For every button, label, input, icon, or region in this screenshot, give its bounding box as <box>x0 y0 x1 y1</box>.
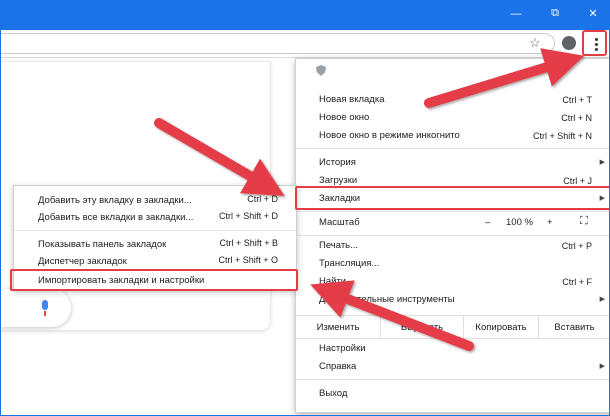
menu-item-shortcut: Ctrl + T <box>562 95 592 105</box>
microphone-icon[interactable] <box>41 300 49 316</box>
copy-button[interactable]: Копировать <box>464 316 538 338</box>
menu-divider <box>296 235 609 236</box>
menu-item-exit[interactable]: Выход <box>296 385 609 403</box>
fullscreen-icon[interactable]: ⛶ <box>580 215 588 228</box>
menu-divider <box>296 211 609 212</box>
menu-item-label: Найти... <box>319 276 355 287</box>
menu-item-history[interactable]: История ▶ <box>296 154 609 172</box>
browser-toolbar: ☆ <box>1 30 609 58</box>
submenu-item-add-all-tabs[interactable]: Добавить все вкладки в закладки... Ctrl … <box>14 209 296 225</box>
chrome-main-menu: Новая вкладка Ctrl + T Новое окно Ctrl +… <box>295 58 609 413</box>
mic-stem <box>44 311 46 316</box>
menu-item-shortcut: Ctrl + N <box>561 113 592 123</box>
submenu-item-show-bar[interactable]: Показывать панель закладок Ctrl + Shift … <box>14 236 296 252</box>
title-bar: — ⧉ ✕ <box>1 1 609 30</box>
profile-avatar-icon[interactable] <box>562 36 576 50</box>
edit-label: Изменить <box>316 321 360 333</box>
menu-divider <box>296 379 609 380</box>
menu-item-new-window[interactable]: Новое окно Ctrl + N <box>296 109 609 127</box>
menu-edit-row: Изменить Вырезать Копировать Вставить <box>296 315 609 339</box>
menu-item-print[interactable]: Печать... Ctrl + P <box>296 237 609 255</box>
submenu-item-label: Диспетчер закладок <box>38 255 127 267</box>
submenu-item-add-this-tab[interactable]: Добавить эту вкладку в закладки... Ctrl … <box>14 192 296 208</box>
import-highlight <box>10 269 298 291</box>
chevron-right-icon: ▶ <box>599 363 605 370</box>
menu-item-label: Печать... <box>319 240 359 251</box>
minimize-button[interactable]: — <box>499 1 533 26</box>
menu-item-label: Трансляция... <box>319 258 380 269</box>
cut-button[interactable]: Вырезать <box>381 316 463 338</box>
menu-item-cast[interactable]: Трансляция... <box>296 255 609 273</box>
zoom-in-button[interactable]: + <box>547 217 553 228</box>
mic-capsule <box>42 300 48 310</box>
menu-item-more-tools[interactable]: Дополнительные инструменты ▶ <box>296 291 609 309</box>
zoom-out-button[interactable]: – <box>485 217 490 228</box>
menu-item-label: Дополнительные инструменты <box>319 294 455 305</box>
menu-zoom-row: Масштаб – 100 % + ⛶ <box>296 213 609 234</box>
address-bar[interactable] <box>1 33 555 54</box>
menu-item-label: История <box>319 157 356 168</box>
restore-icon: ⧉ <box>551 7 559 19</box>
browser-window: — ⧉ ✕ ☆ Новая вкладка Ctrl + T Новое окн… <box>0 0 610 416</box>
close-icon: ✕ <box>588 8 598 20</box>
submenu-divider <box>14 230 296 231</box>
bookmark-star-icon[interactable]: ☆ <box>529 35 541 51</box>
menu-item-settings[interactable]: Настройки <box>296 340 609 358</box>
minimize-icon: — <box>510 7 522 20</box>
zoom-label: Масштаб <box>319 217 360 228</box>
submenu-item-label: Добавить эту вкладку в закладки... <box>38 194 192 206</box>
chevron-right-icon: ▶ <box>599 159 605 166</box>
menu-item-label: Выход <box>319 388 348 399</box>
menu-item-help[interactable]: Справка ▶ <box>296 358 609 376</box>
close-window-button[interactable]: ✕ <box>576 1 609 26</box>
menu-item-label: Настройки <box>319 343 366 354</box>
menu-item-shortcut: Ctrl + P <box>561 241 592 251</box>
submenu-item-shortcut: Ctrl + Shift + O <box>218 255 278 265</box>
submenu-item-shortcut: Ctrl + Shift + B <box>219 238 278 248</box>
menu-item-label: Новая вкладка <box>319 94 385 105</box>
shield-icon <box>316 65 326 76</box>
menu-divider <box>296 148 609 149</box>
menu-item-find[interactable]: Найти... Ctrl + F <box>296 273 609 291</box>
zoom-value: 100 % <box>506 217 533 228</box>
submenu-item-shortcut: Ctrl + D <box>247 194 278 204</box>
menu-item-new-tab[interactable]: Новая вкладка Ctrl + T <box>296 91 609 109</box>
menu-item-incognito[interactable]: Новое окно в режиме инкогнито Ctrl + Shi… <box>296 127 609 145</box>
submenu-item-label: Показывать панель закладок <box>38 238 167 250</box>
menu-item-shortcut: Ctrl + Shift + N <box>532 131 592 141</box>
paste-button[interactable]: Вставить <box>539 316 609 338</box>
menu-item-shortcut: Ctrl + F <box>562 277 592 287</box>
search-box[interactable] <box>1 289 71 327</box>
bookmarks-highlight <box>295 186 609 210</box>
submenu-item-manager[interactable]: Диспетчер закладок Ctrl + Shift + O <box>14 253 296 269</box>
restore-button[interactable]: ⧉ <box>538 1 572 26</box>
chevron-right-icon: ▶ <box>599 296 605 303</box>
submenu-item-shortcut: Ctrl + Shift + D <box>218 211 278 221</box>
menu-item-label: Новое окно <box>319 112 370 123</box>
menu-item-label: Новое окно в режиме инкогнито <box>319 130 460 141</box>
menu-item-label: Справка <box>319 361 357 372</box>
submenu-item-label: Добавить все вкладки в закладки... <box>38 211 194 223</box>
menu-button-highlight <box>582 30 607 56</box>
